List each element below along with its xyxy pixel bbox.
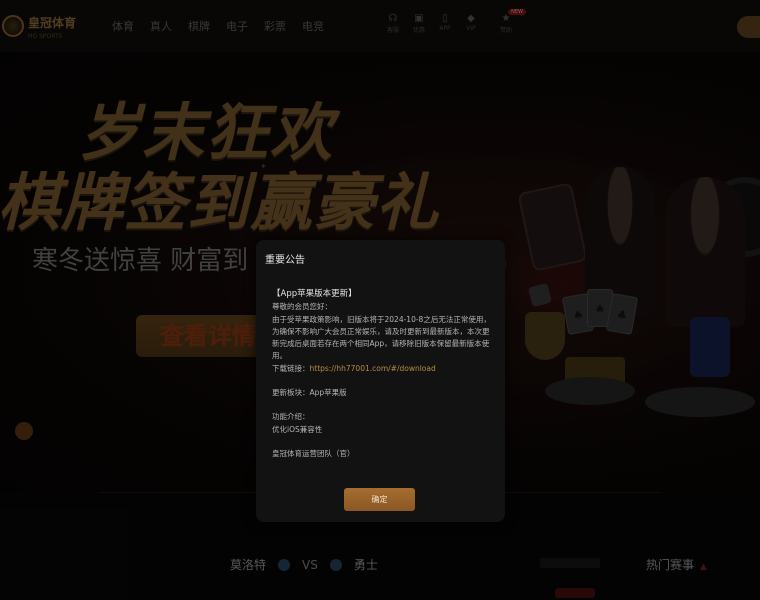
announcement-heading: 【App苹果版本更新】 [272, 289, 357, 299]
signature-text: 皇冠体育运营团队（官） [272, 448, 355, 458]
modal-title: 重要公告 [265, 255, 305, 266]
download-line: 下载链接：https://hh77001.com/#/download [272, 363, 494, 375]
download-link[interactable]: https://hh77001.com/#/download [310, 364, 436, 373]
announcement-modal: 重要公告 【App苹果版本更新】 尊敬的会员您好： 由于受苹果政策影响，旧版本将… [256, 240, 505, 522]
announcement-paragraph: 由于受苹果政策影响，旧版本将于2024-10-8之后无法正常使用，为确保不影响广… [272, 314, 491, 361]
feature-title: 功能介绍： [272, 412, 310, 422]
download-label: 下载链接： [272, 363, 310, 373]
modal-body: 【App苹果版本更新】 尊敬的会员您好： 由于受苹果政策影响，旧版本将于2024… [272, 288, 494, 460]
feature-item: 优化iOS兼容性 [272, 424, 323, 434]
update-module-text: 更新板块：App苹果版 [272, 388, 347, 398]
greeting-text: 尊敬的会员您好： [272, 302, 332, 312]
confirm-button[interactable]: 确定 [344, 488, 415, 511]
